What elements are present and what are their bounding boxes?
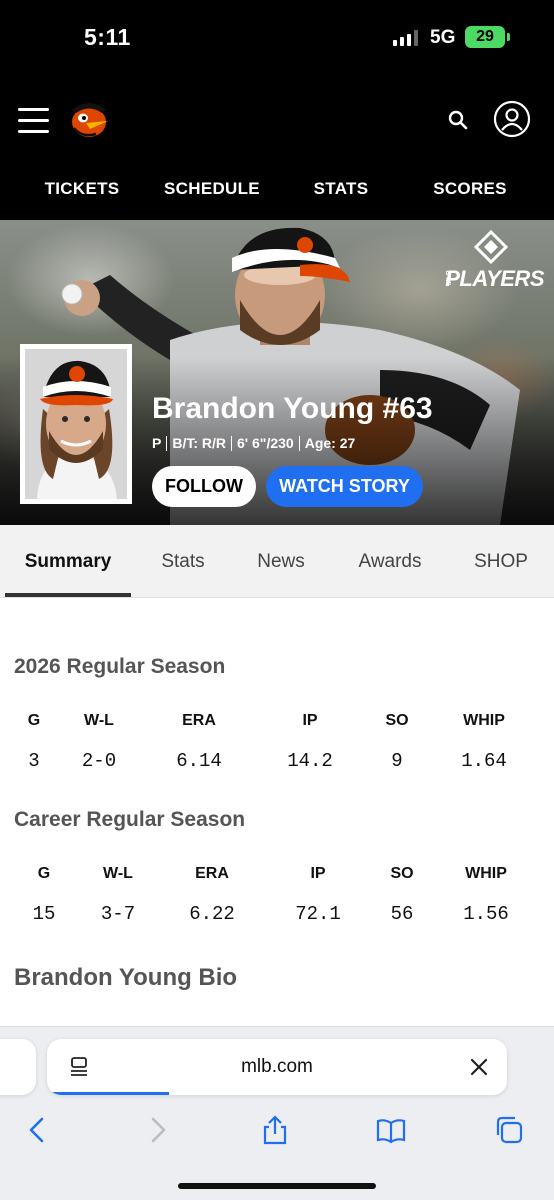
- menu-icon[interactable]: [18, 108, 49, 133]
- stat-value: 6.14: [176, 750, 222, 772]
- tabs-icon[interactable]: [494, 1115, 524, 1145]
- current-season-title: 2026 Regular Season: [14, 655, 226, 678]
- orioles-bird-logo[interactable]: [66, 94, 112, 140]
- stat-value: 72.1: [295, 903, 341, 925]
- nav-tickets[interactable]: TICKETS: [45, 179, 120, 199]
- bio-title: Brandon Young Bio: [14, 964, 238, 991]
- stat-header: W-L: [84, 712, 114, 729]
- nav-scores[interactable]: SCORES: [433, 179, 507, 199]
- stat-value: 1.56: [463, 903, 509, 925]
- page-load-progress: [47, 1092, 169, 1095]
- stat-header: ERA: [195, 865, 229, 882]
- mlb-players-badge: MLB PLAYERS: [442, 230, 544, 291]
- share-icon[interactable]: [260, 1115, 290, 1145]
- stat-header: ERA: [182, 712, 216, 729]
- back-icon[interactable]: [22, 1115, 52, 1145]
- follow-button[interactable]: FOLLOW: [152, 466, 256, 507]
- bookmarks-icon[interactable]: [376, 1115, 406, 1145]
- battery-level: 29: [476, 28, 494, 45]
- mlb-players-wordmark: PLAYERS: [445, 266, 544, 291]
- home-indicator: [178, 1183, 376, 1189]
- stat-header: SO: [385, 712, 409, 729]
- nav-schedule[interactable]: SCHEDULE: [164, 179, 260, 199]
- mlb-players-diamond-icon: [474, 230, 508, 264]
- search-icon[interactable]: [446, 108, 470, 132]
- tab-stats[interactable]: Stats: [161, 551, 204, 573]
- url-text[interactable]: mlb.com: [47, 1056, 507, 1078]
- stat-value: 14.2: [287, 750, 333, 772]
- stat-header: SO: [390, 865, 414, 882]
- stat-header: G: [27, 712, 41, 729]
- player-headshot: [20, 344, 132, 504]
- meta-divider: [231, 435, 233, 451]
- stat-value: 3: [28, 750, 40, 772]
- forward-icon[interactable]: [143, 1115, 173, 1145]
- stat-value: 2-0: [81, 750, 117, 772]
- watch-story-button[interactable]: WATCH STORY: [266, 466, 423, 507]
- nav-stats[interactable]: STATS: [314, 179, 369, 199]
- stat-header: WHIP: [463, 712, 505, 729]
- player-hero: MLB PLAYERS Brandon Young #63 P B/T: R/R…: [0, 220, 554, 525]
- close-icon[interactable]: [467, 1055, 491, 1079]
- tab-news[interactable]: News: [257, 551, 305, 573]
- stat-header: WHIP: [465, 865, 507, 882]
- stat-value: 6.22: [189, 903, 235, 925]
- status-time: 5:11: [84, 24, 131, 50]
- player-meta: P B/T: R/R 6' 6"/230 Age: 27: [152, 435, 355, 451]
- network-type: 5G: [430, 27, 456, 48]
- meta-divider: [298, 435, 300, 451]
- cellular-signal-icon: [393, 30, 418, 46]
- stat-value: 1.64: [461, 750, 507, 772]
- browser-toolbar: mlb.com: [0, 1026, 554, 1200]
- tab-summary[interactable]: Summary: [25, 551, 112, 573]
- headshot-portrait: [25, 349, 127, 499]
- tab-shop[interactable]: SHOP: [474, 551, 528, 573]
- player-height-weight: 6' 6"/230: [237, 435, 294, 451]
- top-navigation: TICKETS SCHEDULE STATS SCORES: [0, 170, 554, 206]
- stat-value: 3-7: [100, 903, 136, 925]
- player-age: Age: 27: [304, 435, 356, 451]
- stat-header: G: [37, 865, 51, 882]
- career-season-title: Career Regular Season: [14, 808, 246, 831]
- player-bats-throws: B/T: R/R: [172, 435, 227, 451]
- meta-divider: [166, 435, 168, 451]
- site-header: TICKETS SCHEDULE STATS SCORES: [0, 78, 554, 220]
- tab-awards[interactable]: Awards: [358, 551, 421, 573]
- stat-value: 15: [32, 903, 56, 925]
- player-name: Brandon Young #63: [152, 392, 433, 425]
- previous-tab-card[interactable]: [0, 1039, 36, 1095]
- stat-value: 9: [391, 750, 403, 772]
- address-bar[interactable]: mlb.com: [47, 1039, 507, 1095]
- active-tab-indicator: [5, 593, 131, 597]
- player-tabs: Summary Stats News Awards SHOP: [0, 525, 554, 598]
- battery-icon: 29: [465, 26, 510, 48]
- stat-header: IP: [310, 865, 326, 882]
- account-icon[interactable]: [493, 100, 531, 138]
- player-position: P: [152, 435, 162, 451]
- stat-header: W-L: [103, 865, 133, 882]
- stat-header: IP: [302, 712, 318, 729]
- status-bar: 5:11 5G 29: [0, 0, 554, 78]
- stat-value: 56: [390, 903, 414, 925]
